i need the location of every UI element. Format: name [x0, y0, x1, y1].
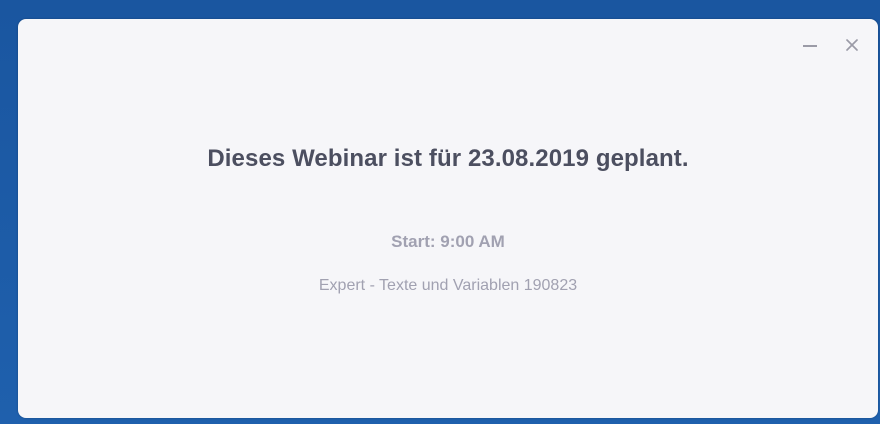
webinar-scheduled-heading: Dieses Webinar ist für 23.08.2019 geplan… [207, 145, 689, 172]
start-time-label: Start: 9:00 AM [391, 232, 505, 251]
minimize-icon[interactable] [802, 37, 818, 53]
close-icon[interactable] [844, 37, 860, 53]
dialog-content: Dieses Webinar ist für 23.08.2019 geplan… [18, 19, 878, 418]
window-controls [802, 37, 860, 53]
close-icon-glyph [846, 39, 858, 51]
webinar-topic-label: Expert - Texte und Variablen 190823 [318, 277, 578, 294]
webinar-scheduled-dialog: Dieses Webinar ist für 23.08.2019 geplan… [18, 19, 878, 418]
